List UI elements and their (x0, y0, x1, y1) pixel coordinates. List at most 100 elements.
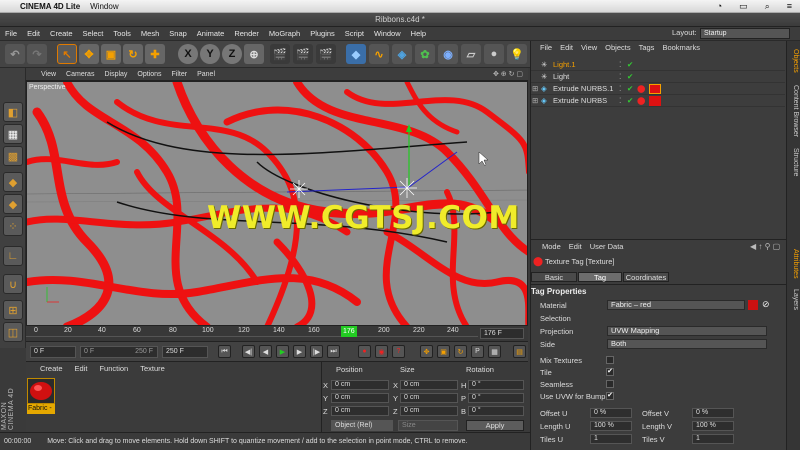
viewport-menu-cameras[interactable]: Cameras (61, 71, 99, 78)
spline-icon[interactable]: ∿ (369, 44, 389, 64)
attr-menu-mode[interactable]: Mode (530, 242, 565, 251)
pos-x-field[interactable]: 0 cm (331, 380, 389, 390)
render-settings-icon[interactable]: 🎬 (316, 44, 336, 64)
attr-nav-icons[interactable]: ◀ ↑ ⚲ ▢ (750, 242, 780, 251)
render-view-icon[interactable]: 🎬 (270, 44, 290, 64)
menu-script[interactable]: Script (340, 29, 369, 38)
texture-tag-icon[interactable]: ⬤ (637, 95, 645, 107)
enabled-check-icon[interactable]: ✔ (627, 95, 633, 107)
redo-icon[interactable]: ↷ (27, 44, 47, 64)
window-menu[interactable]: Window (90, 2, 118, 11)
next-key-icon[interactable]: |▶ (310, 345, 323, 358)
add-tool-icon[interactable]: ✚ (145, 44, 165, 64)
selection-field[interactable] (607, 313, 767, 323)
cube-icon[interactable]: ◆ (346, 44, 366, 64)
array-icon[interactable]: ✿ (415, 44, 435, 64)
object-name[interactable]: Light (553, 71, 569, 83)
texture-icon[interactable]: ▩ (3, 146, 23, 166)
enabled-check-icon[interactable]: ✔ (627, 83, 633, 95)
menu-file[interactable]: File (0, 29, 22, 38)
list-icon[interactable]: ≡ (787, 1, 792, 12)
viewport-nav-icons[interactable]: ✥ ⊕ ↻ ▢ (488, 70, 528, 78)
tiles-v-field[interactable]: 1 (692, 434, 734, 444)
attr-menu-edit[interactable]: Edit (565, 242, 586, 251)
wifi-icon[interactable]: ◔ (717, 1, 722, 12)
mix-textures-checkbox[interactable] (606, 356, 614, 364)
rot-p-field[interactable]: 0 ° (468, 393, 524, 403)
size-x-field[interactable]: 0 cm (400, 380, 458, 390)
key-rotation-icon[interactable]: ↻ (454, 345, 467, 358)
timeline-ruler[interactable]: 0 20 40 60 80 100 120 140 160 176 200 22… (26, 326, 528, 342)
expand-icon[interactable]: ⊞ (532, 83, 538, 95)
viewport-menu-filter[interactable]: Filter (167, 71, 193, 78)
rot-h-field[interactable]: 0 ° (468, 380, 524, 390)
material-menu-edit[interactable]: Edit (69, 364, 94, 373)
light-icon[interactable]: 💡 (507, 44, 527, 64)
move-tool-icon[interactable]: ✥ (79, 44, 99, 64)
tab-tag[interactable]: Tag (578, 272, 622, 282)
viewport-menu-display[interactable]: Display (99, 71, 132, 78)
key-position-icon[interactable]: ✥ (420, 345, 433, 358)
material-menu-texture[interactable]: Texture (134, 364, 171, 373)
uvw-bump-checkbox[interactable]: ✔ (606, 392, 614, 400)
side-tab-content-browser[interactable]: Content Browser (787, 82, 799, 140)
material-menu-create[interactable]: Create (26, 364, 69, 373)
menu-render[interactable]: Render (229, 29, 264, 38)
object-mode-icon[interactable]: ◆ (3, 194, 23, 214)
preview-range-slider[interactable]: 0 F 250 F (80, 346, 158, 358)
make-editable-icon[interactable]: ◧ (3, 102, 23, 122)
visibility-dots-icon[interactable]: ⁚ (619, 95, 621, 107)
obj-menu-objects[interactable]: Objects (601, 43, 634, 52)
key-scale-icon[interactable]: ▣ (437, 345, 450, 358)
object-row-light[interactable]: ✳ Light ⁚ ✔ (531, 71, 785, 83)
points-mode-icon[interactable]: ⁘ (3, 216, 23, 236)
texture-tag-icon[interactable]: ⬤ (637, 83, 645, 95)
projection-select[interactable]: UVW Mapping (607, 326, 767, 336)
length-v-field[interactable]: 100 % (692, 421, 734, 431)
render-picture-viewer-icon[interactable]: 🎬 (293, 44, 313, 64)
viewport-menu-options[interactable]: Options (132, 71, 166, 78)
camera-icon[interactable]: ● (484, 44, 504, 64)
object-name[interactable]: Light.1 (553, 59, 576, 71)
obj-menu-edit[interactable]: Edit (556, 43, 577, 52)
app-menu[interactable]: CINEMA 4D Lite (20, 2, 80, 11)
menu-snap[interactable]: Snap (164, 29, 192, 38)
menu-select[interactable]: Select (78, 29, 109, 38)
tiles-u-field[interactable]: 1 (590, 434, 632, 444)
viewport-menu-panel[interactable]: Panel (192, 71, 220, 78)
length-u-field[interactable]: 100 % (590, 421, 632, 431)
visibility-dots-icon[interactable]: ⁚ (619, 83, 621, 95)
attr-menu-user-data[interactable]: User Data (586, 242, 628, 251)
menu-edit[interactable]: Edit (22, 29, 45, 38)
start-frame-field[interactable]: 0 F (30, 346, 76, 358)
autokey-icon[interactable]: ◉ (375, 345, 388, 358)
checker-icon[interactable]: ▦ (3, 124, 23, 144)
object-row-light-1[interactable]: ✳ Light.1 ⁚ ✔ (531, 59, 785, 71)
enabled-check-icon[interactable]: ✔ (627, 71, 633, 83)
model-mode-icon[interactable]: ◆ (3, 172, 23, 192)
tab-coordinates[interactable]: Coordinates (623, 272, 669, 282)
scale-tool-icon[interactable]: ▣ (101, 44, 121, 64)
material-name[interactable]: Fabric - (27, 404, 55, 414)
magnet-icon[interactable]: ∪ (3, 274, 23, 294)
timeline-window-icon[interactable]: ▤ (513, 345, 526, 358)
material-preview-icon[interactable] (748, 300, 758, 310)
offset-v-field[interactable]: 0 % (692, 408, 734, 418)
go-to-end-icon[interactable]: ⏭ (327, 345, 340, 358)
viewport-menu-view[interactable]: View (36, 71, 61, 78)
floor-icon[interactable]: ▱ (461, 44, 481, 64)
size-z-field[interactable]: 0 cm (400, 406, 458, 416)
deformer-icon[interactable]: ◉ (438, 44, 458, 64)
side-tab-structure[interactable]: Structure (787, 144, 799, 180)
material-field[interactable]: Fabric – red (607, 300, 745, 310)
enabled-check-icon[interactable]: ✔ (627, 59, 633, 71)
tile-checkbox[interactable]: ✔ (606, 368, 614, 376)
material-thumbnail[interactable] (27, 378, 55, 404)
rot-b-field[interactable]: 0 ° (468, 406, 524, 416)
obj-menu-tags[interactable]: Tags (635, 43, 659, 52)
select-tool-icon[interactable]: ↖ (57, 44, 77, 64)
prev-key-icon[interactable]: ◀| (242, 345, 255, 358)
record-icon[interactable]: ● (358, 345, 371, 358)
z-axis-button[interactable]: Z (222, 44, 242, 64)
side-tab-objects[interactable]: Objects (787, 44, 799, 78)
